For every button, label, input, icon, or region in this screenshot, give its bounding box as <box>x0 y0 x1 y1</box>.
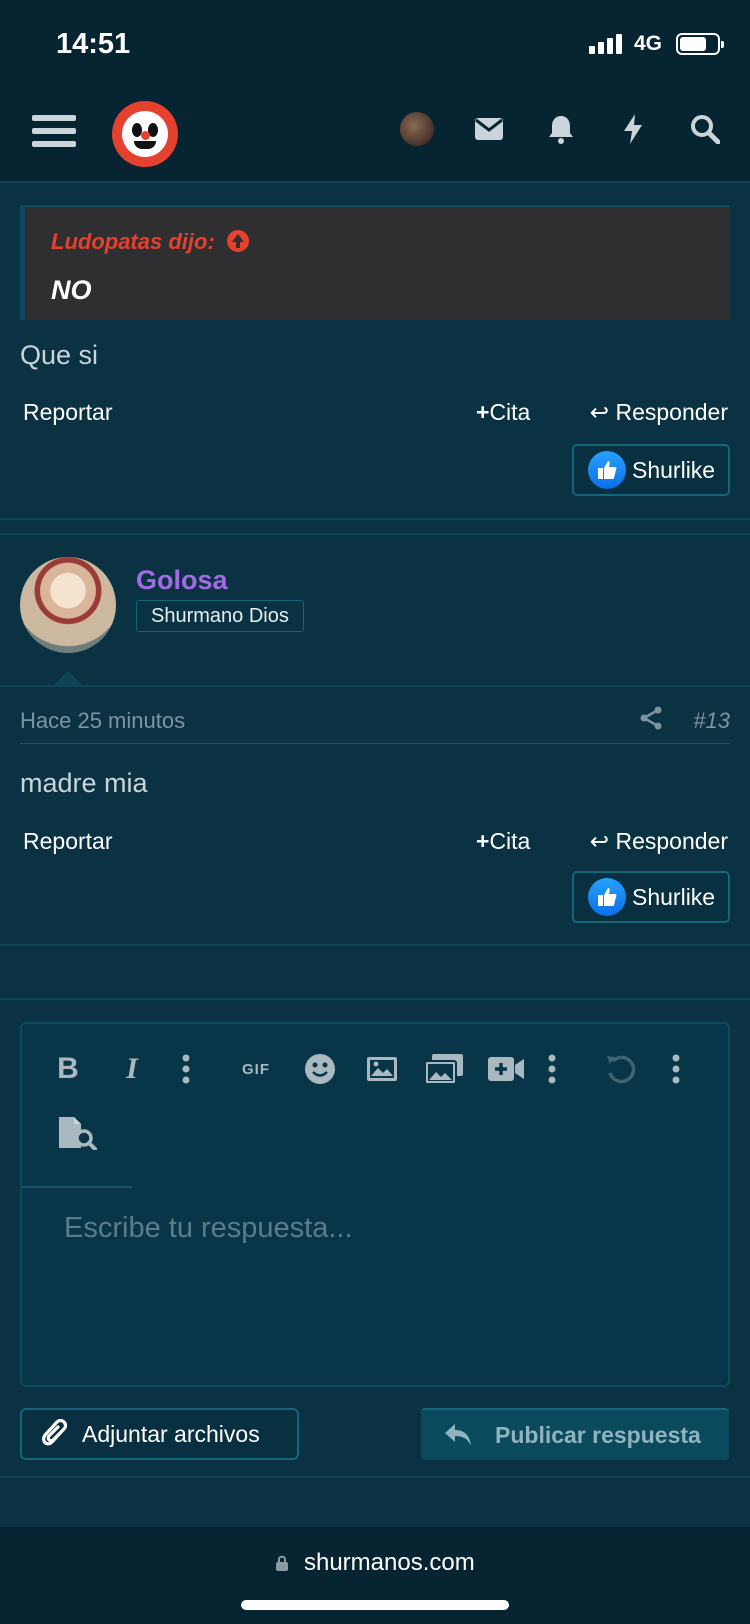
divider <box>20 743 730 744</box>
shurlike-button[interactable]: Shurlike <box>572 444 730 496</box>
reply-button[interactable]: ↩ Responder <box>590 399 728 426</box>
search-icon[interactable] <box>688 112 722 146</box>
quote-text: NO <box>51 275 92 305</box>
shurlike-label: Shurlike <box>632 456 716 483</box>
user-title-badge: Shurmano Dios <box>136 600 304 632</box>
report-link[interactable]: Reportar <box>23 399 112 426</box>
post-pointer <box>54 671 82 685</box>
shurlike-label: Shurlike <box>632 883 716 910</box>
battery-icon <box>676 33 724 55</box>
reply-icon <box>445 1424 471 1446</box>
post-number[interactable]: #13 <box>693 708 730 734</box>
reply-icon: ↩ <box>589 828 616 854</box>
quote-label: Cita <box>489 399 531 425</box>
more-options-icon[interactable] <box>540 1046 564 1092</box>
post-meta-right: #13 <box>639 706 730 736</box>
home-indicator[interactable] <box>241 1600 509 1610</box>
image-icon[interactable] <box>362 1046 402 1092</box>
publish-reply-label: Publicar respuesta <box>495 1421 701 1448</box>
site-logo[interactable] <box>112 101 178 167</box>
report-link[interactable]: Reportar <box>23 828 112 855</box>
divider <box>0 685 750 687</box>
url-text: shurmanos.com <box>303 1549 475 1576</box>
post-13: Golosa Shurmano Dios Hace 25 minutos #13… <box>0 533 750 946</box>
italic-icon[interactable]: I <box>114 1046 150 1092</box>
top-navbar <box>0 88 750 183</box>
quote-button[interactable]: +Cita <box>476 399 530 426</box>
thumbs-up-icon <box>588 878 626 916</box>
reply-icon: ↩ <box>589 399 616 425</box>
emoji-icon[interactable] <box>300 1046 340 1092</box>
quote-author[interactable]: Ludopatas dijo: <box>51 229 249 255</box>
signal-icon <box>588 34 622 54</box>
bell-icon[interactable] <box>544 112 578 146</box>
publish-reply-button[interactable]: Publicar respuesta <box>421 1408 729 1460</box>
gif-icon[interactable]: GIF <box>234 1046 278 1092</box>
post-body: Que si <box>20 340 99 370</box>
browser-bottom-bar: shurmanos.com <box>0 1527 750 1624</box>
lock-icon <box>275 1549 304 1576</box>
plus-icon: + <box>476 399 490 425</box>
status-bar: 14:51 4G <box>0 0 750 88</box>
plus-icon: + <box>476 828 490 854</box>
quote-button[interactable]: +Cita <box>476 828 530 855</box>
post-actions: Reportar +Cita ↩ Responder <box>0 822 750 862</box>
post-time[interactable]: Hace 25 minutos <box>20 708 185 734</box>
undo-icon[interactable] <box>600 1046 640 1092</box>
more-options-icon[interactable] <box>174 1046 198 1092</box>
post-12: Ludopatas dijo: NO Que si Reportar +Cita… <box>0 185 750 520</box>
paperclip-icon <box>42 1419 68 1446</box>
quote-block: Ludopatas dijo: NO <box>20 205 730 320</box>
divider <box>22 1186 132 1188</box>
user-avatar[interactable] <box>400 112 434 146</box>
lightning-icon[interactable] <box>616 112 650 146</box>
reply-section: B I GIF Escribe tu respuesta... Adjuntar… <box>0 998 750 1478</box>
reply-editor: B I GIF <box>20 1022 730 1387</box>
status-indicators: 4G <box>588 32 724 56</box>
shurlike-button[interactable]: Shurlike <box>572 871 730 923</box>
more-options-icon[interactable] <box>664 1046 688 1092</box>
editor-toolbar: B I GIF <box>50 1046 710 1092</box>
video-icon[interactable] <box>484 1046 528 1092</box>
bold-icon[interactable]: B <box>50 1046 86 1092</box>
network-label: 4G <box>633 32 662 55</box>
attach-files-label: Adjuntar archivos <box>82 1420 260 1447</box>
share-icon[interactable] <box>639 706 663 736</box>
reply-label: Responder <box>615 828 728 854</box>
quote-label: Cita <box>489 828 531 854</box>
reply-label: Responder <box>615 399 728 425</box>
reply-button[interactable]: ↩ Responder <box>590 828 728 855</box>
url-bar[interactable]: shurmanos.com <box>0 1549 750 1577</box>
menu-icon[interactable] <box>32 115 76 153</box>
status-time: 14:51 <box>56 28 131 60</box>
arrow-up-icon[interactable] <box>226 230 249 252</box>
nav-icons <box>400 112 722 146</box>
post-body: madre mia <box>20 768 148 798</box>
thumbs-up-icon <box>588 451 626 489</box>
post-actions: Reportar +Cita ↩ Responder <box>0 393 750 433</box>
username[interactable]: Golosa <box>136 565 228 596</box>
attach-files-button[interactable]: Adjuntar archivos <box>20 1408 299 1460</box>
mail-icon[interactable] <box>472 112 506 146</box>
gallery-icon[interactable] <box>422 1046 466 1092</box>
reply-input[interactable] <box>64 1208 684 1248</box>
preview-icon[interactable] <box>52 1110 102 1156</box>
golosa-avatar[interactable] <box>20 557 116 653</box>
